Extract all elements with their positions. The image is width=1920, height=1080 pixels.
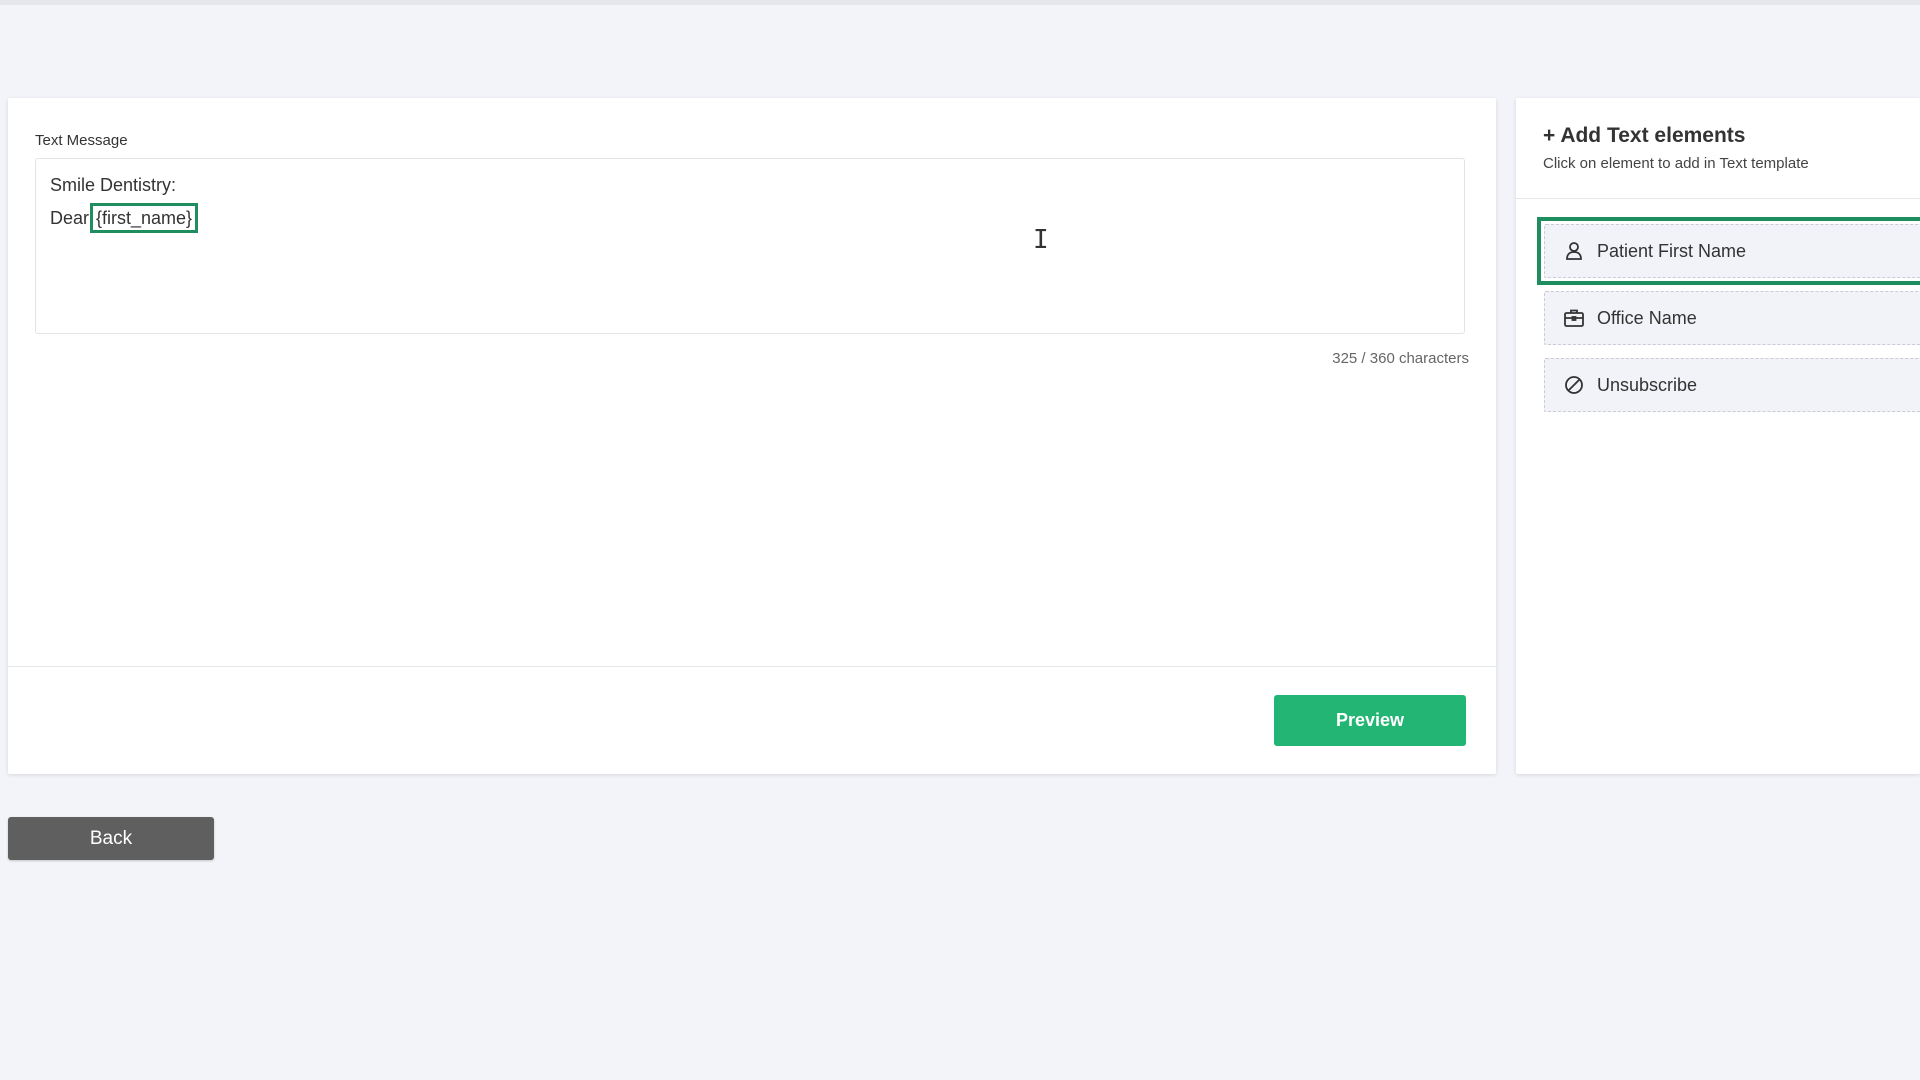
briefcase-icon [1563,307,1585,329]
character-count: 325 / 360 characters [1332,350,1469,367]
element-office-name[interactable]: Office Name [1544,291,1920,345]
first-name-token[interactable]: {first_name} [90,203,199,233]
add-text-elements-panel: + Add Text elements Click on element to … [1516,98,1920,774]
editor-footer-divider [8,666,1496,667]
text-message-input[interactable]: Smile Dentistry: Dear {first_name} [35,158,1465,334]
panel-header: + Add Text elements Click on element to … [1516,98,1920,199]
text-cursor-icon: I [1033,225,1049,255]
text-message-label: Text Message [35,132,128,149]
message-line-2: Dear {first_name} [50,202,1450,235]
back-button[interactable]: Back [8,817,214,860]
top-divider [0,0,1920,5]
panel-title: + Add Text elements [1543,124,1746,147]
element-label: Office Name [1597,307,1697,328]
preview-button[interactable]: Preview [1274,695,1466,746]
element-label: Unsubscribe [1597,374,1698,395]
message-line-1: Smile Dentistry: [50,175,177,195]
element-unsubscribe[interactable]: Unsubscribe [1544,358,1920,412]
person-icon [1563,240,1585,262]
text-message-editor-card: Text Message Smile Dentistry: Dear {first… [8,98,1496,774]
panel-subtitle: Click on element to add in Text template [1543,155,1809,172]
message-line-2-prefix: Dear [50,208,90,228]
ban-icon [1563,374,1585,396]
element-label: Patient First Name [1597,240,1747,261]
element-patient-first-name[interactable]: Patient First Name [1537,217,1920,285]
